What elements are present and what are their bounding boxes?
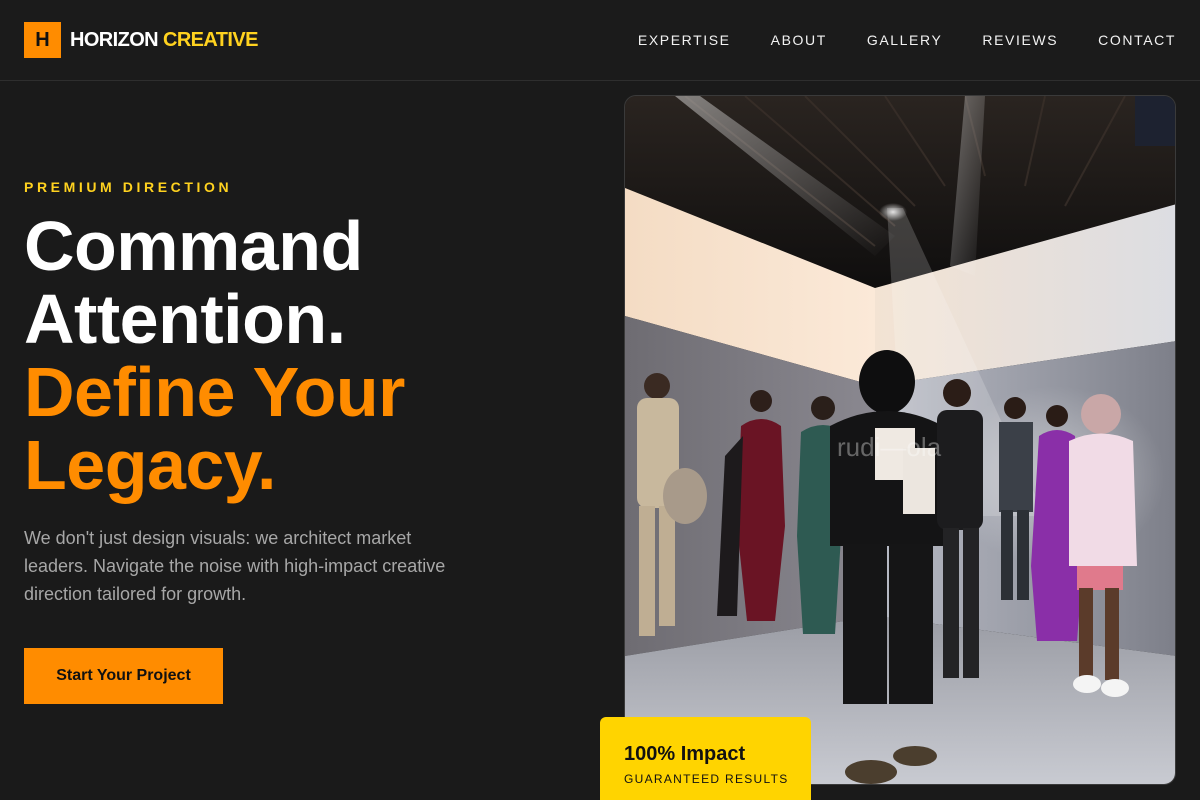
headline-line-1: Command [24, 207, 363, 285]
headline-line-2: Attention. [24, 280, 346, 358]
headline-accent-line-2: Legacy. [24, 426, 277, 504]
hero-photo: rudi—ola [624, 95, 1176, 785]
nav-link-gallery[interactable]: GALLERY [867, 32, 943, 48]
nav-link-reviews[interactable]: REVIEWS [982, 32, 1058, 48]
fashion-show-photo-illustration: rudi—ola [625, 96, 1175, 784]
brand-logo[interactable]: H HORIZON CREATIVE [24, 22, 258, 58]
image-watermark: rudi—ola [837, 432, 942, 462]
headline-accent-line-1: Define Your [24, 353, 405, 431]
brand-name-part1: HORIZON [70, 28, 159, 51]
badge-subtitle: GUARANTEED RESULTS [624, 772, 789, 786]
nav-link-expertise[interactable]: EXPERTISE [638, 32, 731, 48]
badge-title: 100% Impact [624, 743, 746, 765]
main-nav: EXPERTISE ABOUT GALLERY REVIEWS CONTACT [638, 32, 1176, 48]
hero-eyebrow: PREMIUM DIRECTION [24, 179, 233, 195]
brand-name-part2: CREATIVE [163, 28, 258, 51]
nav-link-about[interactable]: ABOUT [771, 32, 827, 48]
landing-page: H HORIZON CREATIVE EXPERTISE ABOUT GALLE… [0, 0, 1200, 800]
brand-name: HORIZON CREATIVE [70, 29, 258, 52]
hero-headline: Command Attention. Define Your Legacy. [24, 210, 584, 502]
nav-link-contact[interactable]: CONTACT [1098, 32, 1176, 48]
impact-badge: 100% Impact GUARANTEED RESULTS [600, 717, 811, 800]
hero-description: We don't just design visuals: we archite… [24, 528, 446, 604]
logo-mark-icon: H [24, 22, 61, 58]
site-header: H HORIZON CREATIVE EXPERTISE ABOUT GALLE… [0, 0, 1200, 81]
start-project-button[interactable]: Start Your Project [24, 648, 223, 704]
